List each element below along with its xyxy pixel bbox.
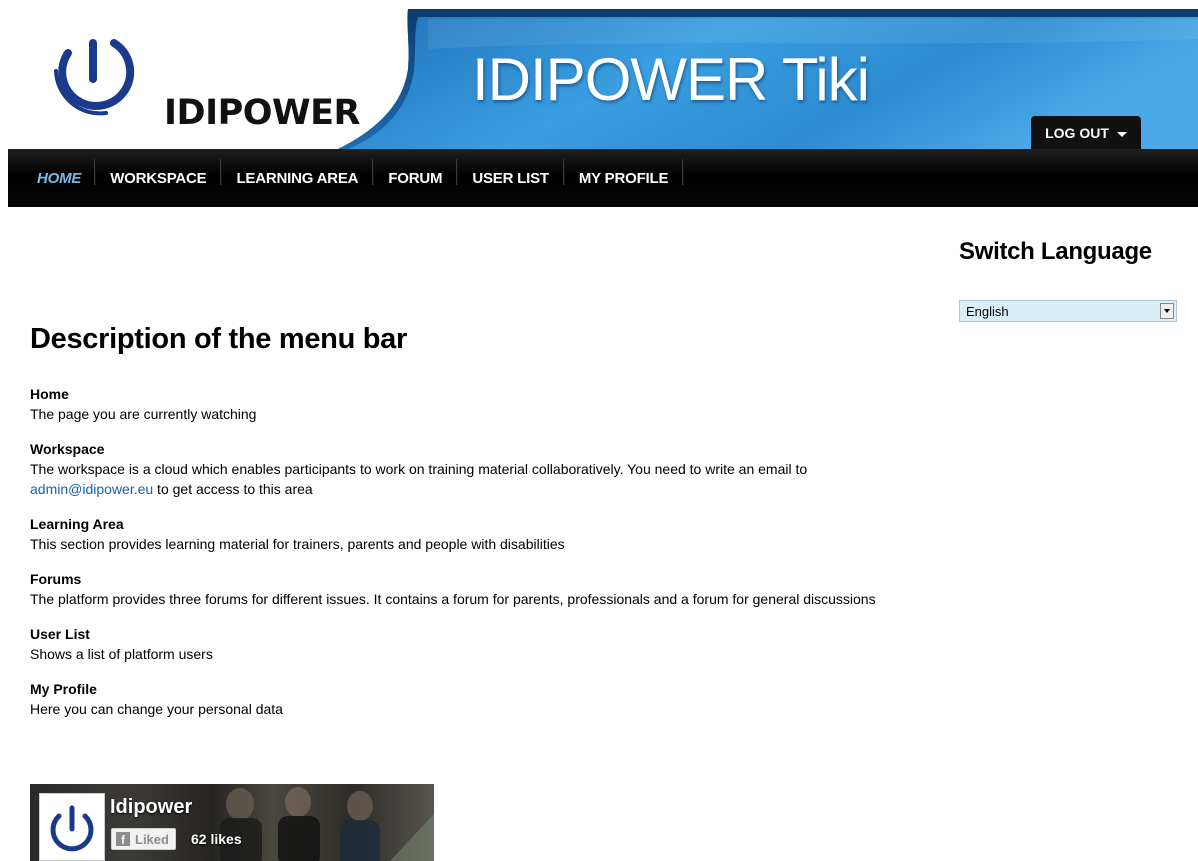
logo-text: IDIPOWER bbox=[164, 93, 360, 133]
facebook-page-name[interactable]: Idipower bbox=[110, 796, 192, 819]
caret-down-icon bbox=[1116, 131, 1127, 137]
description-term: Forums bbox=[30, 571, 82, 587]
description-text: The page you are currently watching bbox=[30, 406, 257, 422]
nav-item-workspace[interactable]: WORKSPACE bbox=[95, 149, 222, 207]
description-term: My Profile bbox=[30, 681, 97, 697]
site-title: IDIPOWER Tiki bbox=[472, 46, 870, 113]
nav-item-learning-area[interactable]: LEARNING AREA bbox=[221, 149, 374, 207]
description-term: Home bbox=[30, 386, 69, 402]
facebook-likes-count: 62 likes bbox=[191, 831, 242, 847]
language-select[interactable]: English bbox=[959, 300, 1177, 322]
menu-description-list: Home The page you are currently watching… bbox=[30, 384, 910, 734]
description-term: User List bbox=[30, 626, 90, 642]
dropdown-arrow-icon bbox=[1160, 303, 1174, 319]
description-text-after-link: to get access to this area bbox=[153, 481, 313, 497]
facebook-page-widget[interactable]: Idipower f Liked 62 likes bbox=[30, 784, 434, 861]
main-menu-bar: HOME WORKSPACE LEARNING AREA FORUM USER … bbox=[8, 149, 1198, 207]
description-text: This section provides learning material … bbox=[30, 536, 565, 552]
language-selected-value: English bbox=[966, 303, 1009, 319]
description-item-forums: Forums The platform provides three forum… bbox=[30, 569, 910, 609]
description-text: The platform provides three forums for d… bbox=[30, 591, 876, 607]
logout-button[interactable]: LOG OUT bbox=[1031, 116, 1141, 149]
description-text: Shows a list of platform users bbox=[30, 646, 213, 662]
power-symbol-icon bbox=[54, 39, 135, 116]
facebook-icon: f bbox=[116, 832, 130, 846]
nav-item-user-list[interactable]: USER LIST bbox=[457, 149, 564, 207]
facebook-page-avatar[interactable] bbox=[39, 793, 105, 861]
admin-email-link[interactable]: admin@idipower.eu bbox=[30, 481, 153, 497]
description-term: Workspace bbox=[30, 441, 105, 457]
nav-item-forum[interactable]: FORUM bbox=[373, 149, 458, 207]
description-item-my-profile: My Profile Here you can change your pers… bbox=[30, 679, 910, 719]
description-text: The workspace is a cloud which enables p… bbox=[30, 461, 808, 477]
page-title: Description of the menu bar bbox=[30, 323, 407, 355]
description-term: Learning Area bbox=[30, 516, 124, 532]
switch-language-heading: Switch Language bbox=[959, 238, 1152, 265]
description-item-user-list: User List Shows a list of platform users bbox=[30, 624, 910, 664]
description-item-home: Home The page you are currently watching bbox=[30, 384, 910, 424]
nav-item-home[interactable]: HOME bbox=[22, 149, 96, 207]
logout-label: LOG OUT bbox=[1045, 125, 1109, 141]
power-symbol-icon bbox=[50, 805, 94, 852]
liked-label: Liked bbox=[135, 831, 169, 847]
description-item-learning-area: Learning Area This section provides lear… bbox=[30, 514, 910, 554]
description-item-workspace: Workspace The workspace is a cloud which… bbox=[30, 439, 910, 499]
idipower-logo[interactable]: IDIPOWER bbox=[46, 21, 360, 133]
facebook-liked-button[interactable]: f Liked bbox=[111, 828, 176, 850]
site-header: IDIPOWER IDIPOWER Tiki LOG OUT bbox=[8, 9, 1198, 149]
nav-item-my-profile[interactable]: MY PROFILE bbox=[564, 149, 684, 207]
description-text: Here you can change your personal data bbox=[30, 701, 283, 717]
